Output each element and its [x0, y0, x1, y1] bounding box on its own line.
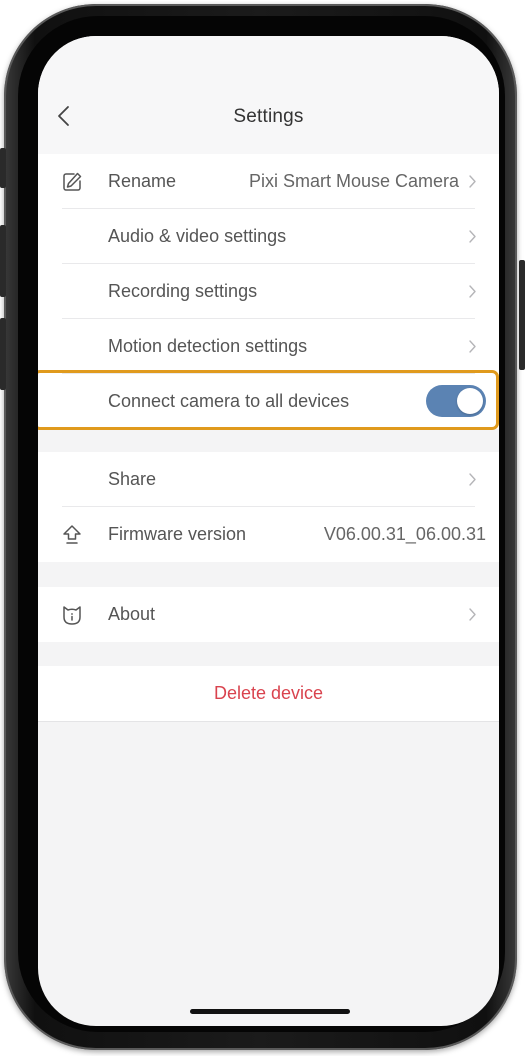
- firmware-version-label: Firmware version: [108, 524, 247, 544]
- connect-all-devices-toggle[interactable]: [426, 385, 486, 417]
- power-button: [519, 260, 525, 370]
- settings-group-device: Rename Pixi Smart Mouse Camera Audio & v…: [38, 154, 499, 429]
- toggle-knob: [457, 388, 483, 414]
- motion-detection-settings-row[interactable]: Motion detection settings: [38, 319, 499, 374]
- chevron-right-icon: [469, 608, 476, 621]
- chevron-right-icon: [469, 285, 476, 298]
- volume-down-button: [0, 318, 6, 390]
- device-name-value: Pixi Smart Mouse Camera: [248, 171, 459, 191]
- chevron-right-icon: [469, 230, 476, 243]
- chevron-right-icon: [469, 340, 476, 353]
- upload-arrow-icon: [63, 525, 81, 544]
- share-row[interactable]: Share: [38, 452, 499, 507]
- volume-up-button: [0, 225, 6, 297]
- rename-label: Rename: [108, 171, 177, 191]
- recording-settings-label: Recording settings: [108, 281, 258, 301]
- connect-all-devices-label: Connect camera to all devices: [108, 391, 350, 411]
- home-indicator: [190, 1009, 350, 1014]
- settings-group-about: About: [38, 587, 499, 642]
- about-label: About: [108, 604, 156, 624]
- navigation-header: Settings: [38, 36, 499, 155]
- app-screen: Settings Rename Pixi Smart Mouse Camera …: [38, 36, 499, 1026]
- settings-group-share: Share Firmware version V06.00.31_06.00.3…: [38, 452, 499, 562]
- delete-device-button[interactable]: Delete device: [38, 666, 499, 722]
- share-label: Share: [108, 469, 157, 489]
- audio-video-settings-label: Audio & video settings: [108, 226, 287, 246]
- firmware-version-value: V06.00.31_06.00.31: [323, 524, 486, 544]
- cat-face-icon: [63, 606, 81, 625]
- delete-device-label: Delete device: [213, 683, 324, 703]
- edit-pencil-icon: [63, 172, 82, 191]
- mute-switch: [0, 148, 6, 188]
- chevron-right-icon: [469, 473, 476, 486]
- firmware-version-row: Firmware version V06.00.31_06.00.31: [38, 507, 499, 562]
- rename-row[interactable]: Rename Pixi Smart Mouse Camera: [38, 154, 499, 209]
- about-row[interactable]: About: [38, 587, 499, 642]
- connect-all-devices-row: Connect camera to all devices: [38, 374, 499, 429]
- page-title: Settings: [233, 106, 304, 127]
- chevron-right-icon: [469, 175, 476, 188]
- audio-video-settings-row[interactable]: Audio & video settings: [38, 209, 499, 264]
- recording-settings-row[interactable]: Recording settings: [38, 264, 499, 319]
- motion-detection-settings-label: Motion detection settings: [108, 336, 308, 356]
